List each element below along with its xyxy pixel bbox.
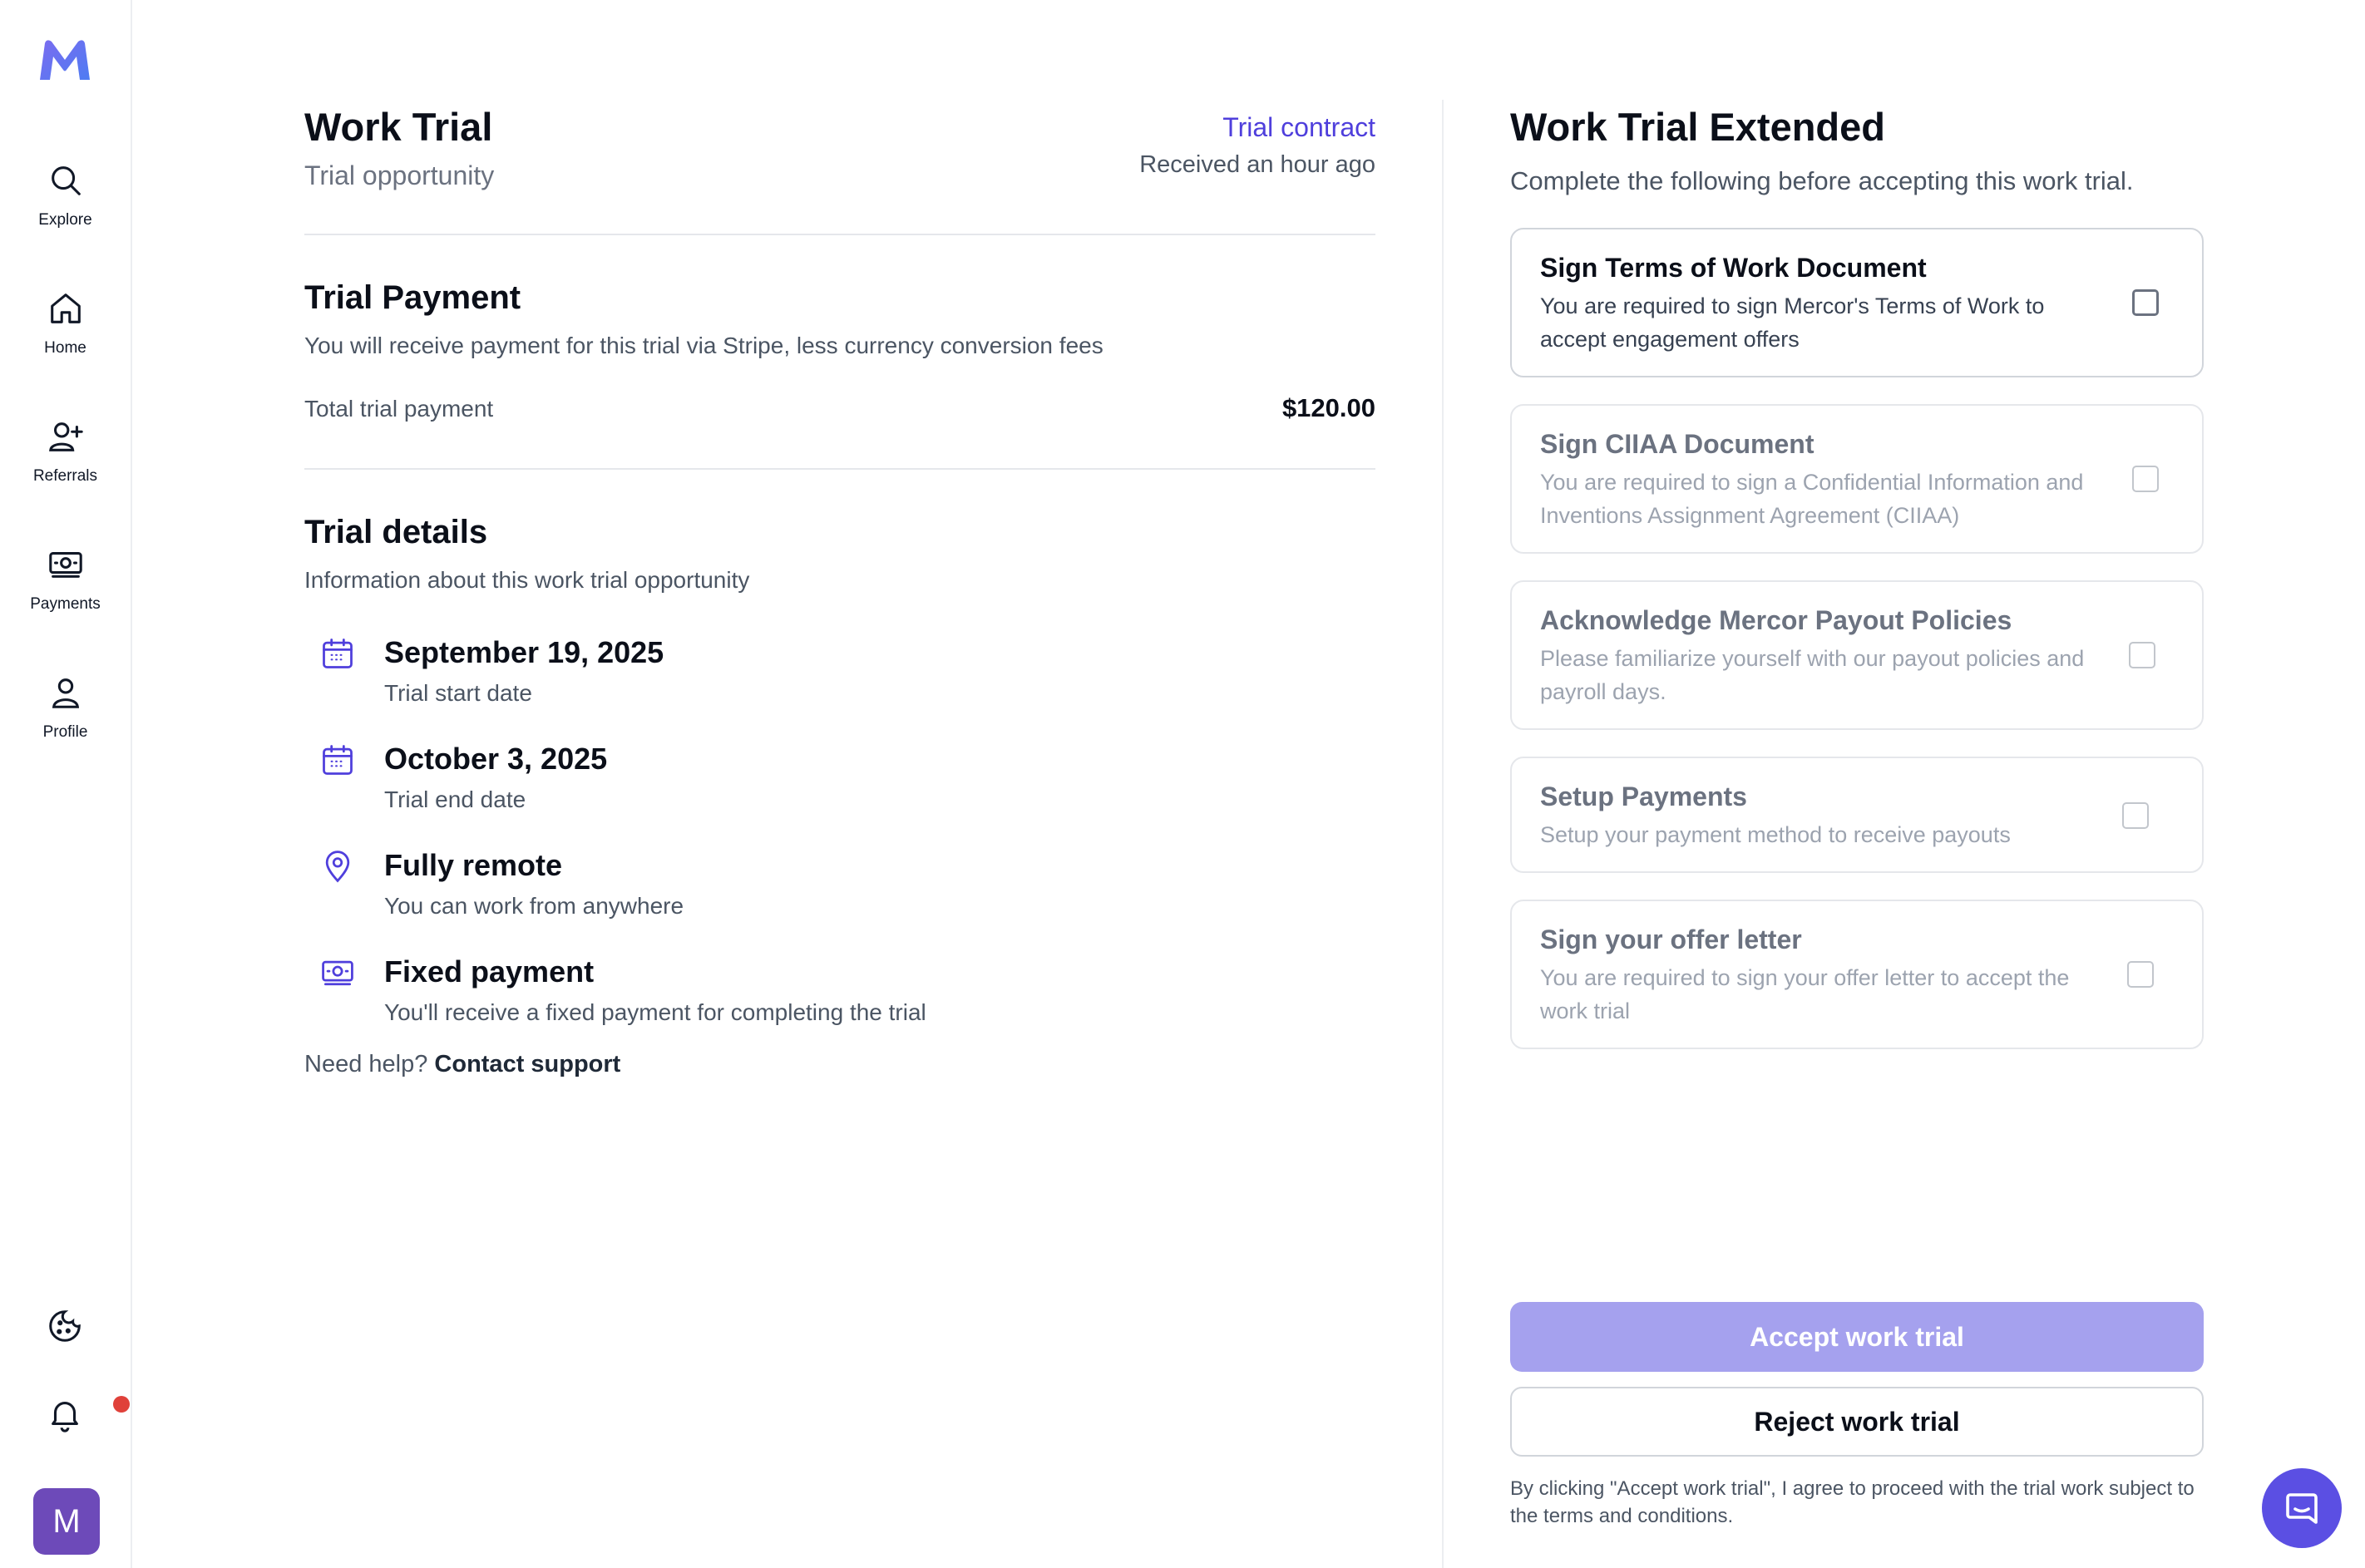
sidebar-item-label: Referrals <box>32 467 98 485</box>
location-pin-icon <box>325 851 350 883</box>
page-title: Work Trial <box>304 105 493 149</box>
sidebar: Explore Home Referrals Payments Profile <box>0 0 132 1568</box>
checklist-item-description: You are required to sign Mercor's Terms … <box>1540 293 2045 352</box>
terms-of-work-checkbox[interactable] <box>2132 289 2159 316</box>
checklist-subtitle: Complete the following before accepting … <box>1510 166 2134 195</box>
contact-support-link[interactable]: Contact support <box>434 1051 620 1077</box>
help-prefix: Need help? <box>304 1051 428 1077</box>
details-section-title: Trial details <box>304 514 488 550</box>
acceptance-disclaimer: By clicking "Accept work trial", I agree… <box>1510 1477 2195 1527</box>
sidebar-item-payments[interactable]: Payments <box>0 539 131 639</box>
sidebar-item-referrals[interactable]: Referrals <box>0 411 131 510</box>
setup-payments-checkbox[interactable] <box>2122 802 2149 829</box>
ciiaa-checkbox[interactable] <box>2132 466 2159 492</box>
divider <box>304 468 1375 470</box>
home-icon <box>50 293 81 323</box>
payout-policies-checkbox[interactable] <box>2129 642 2155 668</box>
chat-icon <box>2286 1493 2318 1524</box>
cookie-icon[interactable] <box>46 1307 84 1345</box>
work-location: Fully remote <box>384 848 563 882</box>
accept-work-trial-button[interactable]: Accept work trial <box>1510 1302 2204 1372</box>
trial-start-label: Trial start date <box>384 680 532 706</box>
help-text: Need help? Contact support <box>304 1051 620 1078</box>
sidebar-item-profile[interactable]: Profile <box>0 667 131 767</box>
trial-end-date: October 3, 2025 <box>384 742 608 776</box>
sidebar-item-explore[interactable]: Explore <box>0 155 131 254</box>
payment-section-title: Trial Payment <box>304 279 521 316</box>
payment-type: Fixed payment <box>384 954 595 989</box>
payment-description: You will receive payment for this trial … <box>304 333 1104 358</box>
total-payment-label: Total trial payment <box>304 396 494 422</box>
mercor-logo[interactable] <box>37 37 93 85</box>
details-description: Information about this work trial opport… <box>304 567 750 593</box>
checklist-item-description: Please familiarize yourself with our pay… <box>1540 646 2085 704</box>
checklist-item-offer-letter[interactable]: Sign your offer letter You are required … <box>1510 900 2204 1049</box>
total-payment-value: $120.00 <box>1281 393 1375 422</box>
sidebar-item-home[interactable]: Home <box>0 283 131 382</box>
sidebar-item-label: Profile <box>42 723 88 741</box>
trial-start-date: September 19, 2025 <box>384 635 664 669</box>
column-divider <box>1442 100 1444 1568</box>
sidebar-item-label: Home <box>44 339 86 357</box>
sidebar-item-label: Payments <box>30 595 101 613</box>
checklist-item-setup-payments[interactable]: Setup Payments Setup your payment method… <box>1510 757 2204 873</box>
work-location-description: You can work from anywhere <box>384 893 684 919</box>
avatar[interactable]: M <box>33 1488 100 1555</box>
checklist-item-payout-policies[interactable]: Acknowledge Mercor Payout Policies Pleas… <box>1510 580 2204 730</box>
user-icon <box>52 678 79 708</box>
checklist-item-terms-of-work[interactable]: Sign Terms of Work Document You are requ… <box>1510 228 2204 377</box>
chat-support-button[interactable] <box>2262 1468 2342 1548</box>
divider <box>304 234 1375 235</box>
page-subtitle: Trial opportunity <box>304 160 495 190</box>
calendar-icon <box>323 639 353 668</box>
notification-dot <box>113 1396 130 1413</box>
search-icon <box>51 166 81 195</box>
checklist-item-title: Sign Terms of Work Document <box>1540 253 1927 283</box>
checklist-item-description: Setup your payment method to receive pay… <box>1540 822 2011 847</box>
trial-contract-link[interactable]: Trial contract <box>1222 112 1375 143</box>
checklist-title: Work Trial Extended <box>1510 105 1885 149</box>
checklist-item-title: Acknowledge Mercor Payout Policies <box>1540 605 2012 635</box>
checklist-item-ciiaa[interactable]: Sign CIIAA Document You are required to … <box>1510 404 2204 554</box>
received-timestamp: Received an hour ago <box>1139 151 1375 178</box>
checklist-item-title: Sign your offer letter <box>1540 925 1802 954</box>
checklist-item-description: You are required to sign your offer lett… <box>1540 965 2070 1023</box>
checklist-item-description: You are required to sign a Confidential … <box>1540 470 2084 528</box>
offer-letter-checkbox[interactable] <box>2127 961 2154 988</box>
money-icon <box>322 960 353 986</box>
payment-type-description: You'll receive a fixed payment for compl… <box>384 999 926 1025</box>
money-icon <box>48 552 82 578</box>
calendar-icon <box>323 745 353 775</box>
trial-end-label: Trial end date <box>384 786 526 812</box>
checklist-item-title: Setup Payments <box>1540 782 1747 811</box>
sidebar-item-label: Explore <box>38 211 92 229</box>
reject-work-trial-button[interactable]: Reject work trial <box>1510 1387 2204 1457</box>
bell-icon[interactable] <box>46 1395 84 1433</box>
checklist-item-title: Sign CIIAA Document <box>1540 429 1814 459</box>
user-plus-icon <box>48 422 83 451</box>
